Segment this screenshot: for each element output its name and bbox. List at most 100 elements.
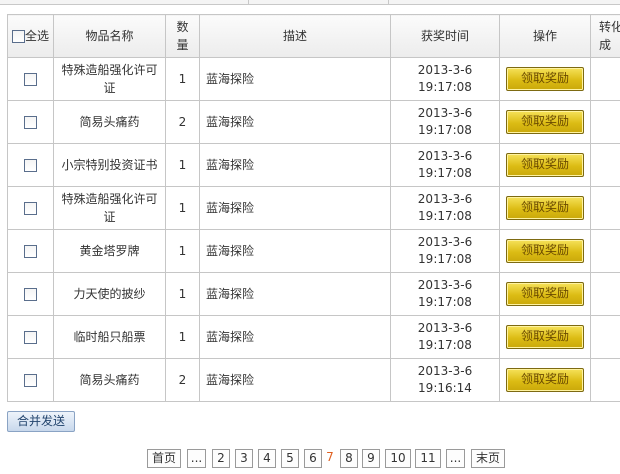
convert-cell bbox=[590, 229, 620, 273]
claim-reward-button[interactable]: 领取奖励 bbox=[506, 282, 584, 306]
row-select-cell[interactable] bbox=[7, 358, 54, 402]
table-row: 临时船只船票 1 蓝海探险 2013-3-6 19:17:08 领取奖励 bbox=[7, 315, 620, 359]
page-link[interactable]: 2 bbox=[212, 449, 230, 468]
tab-divider bbox=[388, 0, 389, 5]
convert-cell bbox=[590, 143, 620, 187]
award-date: 2013-3-6 bbox=[417, 364, 473, 378]
row-checkbox[interactable] bbox=[24, 287, 37, 301]
award-date: 2013-3-6 bbox=[417, 149, 473, 163]
description-cell: 蓝海探险 bbox=[199, 315, 391, 359]
reward-table: 全选 物品名称 数量 描述 获奖时间 操作 转化成 特殊造船强化许可证 1 蓝海探险… bbox=[7, 14, 620, 402]
table-row: 简易头痛药 2 蓝海探险 2013-3-6 19:16:14 领取奖励 bbox=[7, 358, 620, 402]
header-description: 描述 bbox=[199, 14, 391, 58]
row-select-cell[interactable] bbox=[7, 272, 54, 316]
pagination-ellipsis-left[interactable]: ... bbox=[187, 449, 206, 468]
table-row: 黄金塔罗牌 1 蓝海探险 2013-3-6 19:17:08 领取奖励 bbox=[7, 229, 620, 273]
select-all-label: 全选 bbox=[24, 29, 49, 43]
action-cell: 领取奖励 bbox=[499, 100, 591, 144]
item-name: 力天使的披纱 bbox=[73, 287, 146, 301]
header-quantity: 数量 bbox=[165, 14, 200, 58]
item-name-cell: 特殊造船强化许可证 bbox=[53, 186, 166, 230]
row-checkbox[interactable] bbox=[24, 72, 37, 86]
tab-divider bbox=[248, 0, 249, 5]
claim-reward-button[interactable]: 领取奖励 bbox=[506, 153, 584, 177]
table-header-row: 全选 物品名称 数量 描述 获奖时间 操作 转化成 bbox=[7, 14, 620, 58]
award-date: 2013-3-6 bbox=[417, 235, 473, 249]
header-convert: 转化成 bbox=[590, 14, 620, 58]
award-date: 2013-3-6 bbox=[417, 278, 473, 292]
pagination: 首页 ... 2 3 4 5 6 7 8 9 10 11 ... 末页 bbox=[0, 449, 620, 468]
current-page: 7 bbox=[326, 450, 334, 464]
row-select-cell[interactable] bbox=[7, 229, 54, 273]
row-select-cell[interactable] bbox=[7, 186, 54, 230]
item-name-cell: 黄金塔罗牌 bbox=[53, 229, 166, 273]
page-link[interactable]: 3 bbox=[235, 449, 253, 468]
select-all-checkbox[interactable] bbox=[11, 30, 25, 43]
page-link[interactable]: 9 bbox=[362, 449, 380, 468]
quantity-cell: 2 bbox=[165, 100, 200, 144]
description-cell: 蓝海探险 bbox=[199, 143, 391, 187]
action-cell: 领取奖励 bbox=[499, 358, 591, 402]
item-name-cell: 特殊造船强化许可证 bbox=[53, 57, 166, 101]
convert-cell bbox=[590, 272, 620, 316]
quantity-cell: 1 bbox=[165, 229, 200, 273]
header-select-all[interactable]: 全选 bbox=[7, 14, 54, 58]
row-select-cell[interactable] bbox=[7, 315, 54, 359]
award-time-cell: 2013-3-6 19:17:08 bbox=[390, 186, 500, 230]
convert-cell bbox=[590, 100, 620, 144]
header-item-name: 物品名称 bbox=[53, 14, 166, 58]
award-time-cell: 2013-3-6 19:16:14 bbox=[390, 358, 500, 402]
pagination-ellipsis-right[interactable]: ... bbox=[446, 449, 465, 468]
row-checkbox[interactable] bbox=[24, 330, 37, 344]
item-name-cell: 临时船只船票 bbox=[53, 315, 166, 359]
page-link[interactable]: 5 bbox=[281, 449, 299, 468]
award-clock: 19:17:08 bbox=[418, 252, 472, 266]
award-clock: 19:16:14 bbox=[418, 381, 472, 395]
award-clock: 19:17:08 bbox=[418, 338, 472, 352]
row-checkbox[interactable] bbox=[24, 158, 37, 172]
page-link[interactable]: 8 bbox=[340, 449, 358, 468]
row-checkbox[interactable] bbox=[24, 373, 37, 387]
quantity-cell: 2 bbox=[165, 358, 200, 402]
last-page-button[interactable]: 末页 bbox=[471, 449, 505, 468]
award-date: 2013-3-6 bbox=[417, 63, 473, 77]
page-link[interactable]: 11 bbox=[415, 449, 441, 468]
quantity-cell: 1 bbox=[165, 143, 200, 187]
table-row: 简易头痛药 2 蓝海探险 2013-3-6 19:17:08 领取奖励 bbox=[7, 100, 620, 144]
item-name-cell: 力天使的披纱 bbox=[53, 272, 166, 316]
table-row: 特殊造船强化许可证 1 蓝海探险 2013-3-6 19:17:08 领取奖励 bbox=[7, 186, 620, 230]
item-name: 小宗特别投资证书 bbox=[61, 158, 158, 172]
claim-reward-button[interactable]: 领取奖励 bbox=[506, 196, 584, 220]
table-row: 特殊造船强化许可证 1 蓝海探险 2013-3-6 19:17:08 领取奖励 bbox=[7, 57, 620, 101]
row-select-cell[interactable] bbox=[7, 100, 54, 144]
award-date: 2013-3-6 bbox=[417, 106, 473, 120]
row-checkbox[interactable] bbox=[24, 115, 37, 129]
row-select-cell[interactable] bbox=[7, 143, 54, 187]
page-link[interactable]: 10 bbox=[385, 449, 411, 468]
claim-reward-button[interactable]: 领取奖励 bbox=[506, 110, 584, 134]
header-action: 操作 bbox=[499, 14, 591, 58]
row-select-cell[interactable] bbox=[7, 57, 54, 101]
award-clock: 19:17:08 bbox=[418, 80, 472, 94]
convert-cell bbox=[590, 186, 620, 230]
description-cell: 蓝海探险 bbox=[199, 186, 391, 230]
claim-reward-button[interactable]: 领取奖励 bbox=[506, 368, 584, 392]
row-checkbox[interactable] bbox=[24, 201, 37, 215]
award-time-cell: 2013-3-6 19:17:08 bbox=[390, 272, 500, 316]
award-clock: 19:17:08 bbox=[418, 123, 472, 137]
row-checkbox[interactable] bbox=[24, 244, 37, 258]
action-cell: 领取奖励 bbox=[499, 315, 591, 359]
quantity-cell: 1 bbox=[165, 272, 200, 316]
convert-cell bbox=[590, 315, 620, 359]
merge-send-button[interactable]: 合并发送 bbox=[7, 411, 75, 432]
page-link[interactable]: 4 bbox=[258, 449, 276, 468]
description-cell: 蓝海探险 bbox=[199, 272, 391, 316]
convert-cell bbox=[590, 57, 620, 101]
claim-reward-button[interactable]: 领取奖励 bbox=[506, 67, 584, 91]
claim-reward-button[interactable]: 领取奖励 bbox=[506, 239, 584, 263]
page-link[interactable]: 6 bbox=[304, 449, 322, 468]
first-page-button[interactable]: 首页 bbox=[147, 449, 181, 468]
item-name: 黄金塔罗牌 bbox=[79, 244, 140, 258]
description-cell: 蓝海探险 bbox=[199, 100, 391, 144]
claim-reward-button[interactable]: 领取奖励 bbox=[506, 325, 584, 349]
